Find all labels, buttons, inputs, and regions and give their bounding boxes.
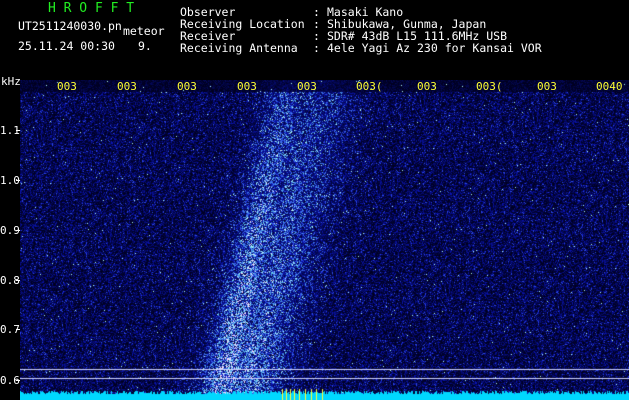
x-time-label: 0040 — [596, 80, 623, 93]
spectrogram-waterfall — [20, 80, 629, 400]
x-time-label: 003 — [537, 80, 557, 93]
app-title: H R O F F T — [48, 1, 135, 16]
x-time-label: 003 — [177, 80, 197, 93]
x-time-label: 003 — [57, 80, 77, 93]
x-time-label: 003 — [117, 80, 137, 93]
count-label: 9. — [138, 39, 152, 53]
file-name: UT2511240030.pn — [18, 19, 122, 33]
x-time-label: 003 — [297, 80, 317, 93]
x-time-label: 003( — [356, 80, 383, 93]
x-time-label: 003 — [237, 80, 257, 93]
category-label: meteor — [123, 24, 165, 38]
info-label-antenna: Receiving Antenna — [180, 41, 298, 55]
x-time-label: 003 — [417, 80, 437, 93]
info-colon: : — [313, 41, 320, 55]
timestamp: 25.11.24 00:30 — [18, 39, 115, 53]
y-axis-unit: kHz — [1, 75, 21, 88]
info-value-antenna: 4ele Yagi Az 230 for Kansai VOR — [327, 41, 542, 55]
hrofft-display: H R O F F T UT2511240030.pn meteor 25.11… — [0, 0, 629, 400]
x-time-label: 003( — [476, 80, 503, 93]
